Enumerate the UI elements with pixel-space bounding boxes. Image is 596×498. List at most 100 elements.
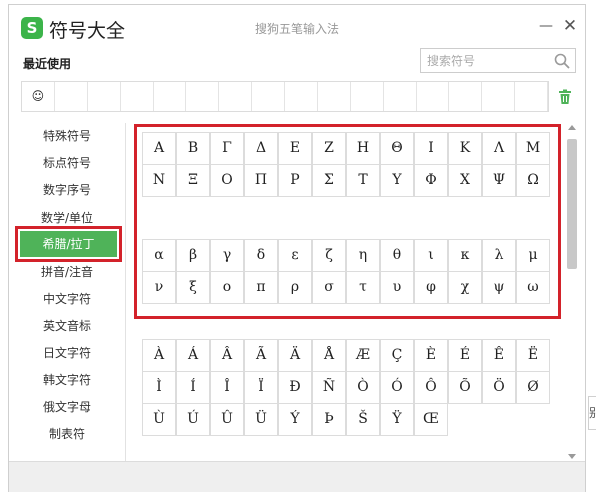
symbol-cell[interactable]: η	[346, 239, 380, 272]
sidebar-item[interactable]: 希腊/拉丁	[15, 226, 122, 262]
symbol-cell[interactable]: Ω	[516, 164, 550, 197]
symbol-cell[interactable]: Ç	[380, 339, 414, 372]
symbol-cell[interactable]: ε	[278, 239, 312, 272]
symbol-cell[interactable]: Β	[176, 132, 210, 165]
close-button[interactable]: ✕	[561, 17, 579, 35]
symbol-cell[interactable]: υ	[380, 271, 414, 304]
symbol-cell[interactable]: Æ	[346, 339, 380, 372]
recent-symbol-cell[interactable]	[482, 82, 516, 111]
scroll-up-arrow-icon[interactable]	[568, 125, 576, 130]
recent-symbol-cell[interactable]	[285, 82, 318, 111]
symbol-cell[interactable]: Õ	[448, 371, 482, 404]
symbol-cell[interactable]: δ	[244, 239, 278, 272]
symbol-cell[interactable]: Η	[346, 132, 380, 165]
symbol-cell[interactable]: Ø	[516, 371, 550, 404]
recent-symbol-cell[interactable]	[515, 82, 548, 111]
symbol-cell[interactable]: λ	[482, 239, 516, 272]
symbol-cell[interactable]: Œ	[414, 403, 448, 436]
symbol-cell[interactable]: Π	[244, 164, 278, 197]
sidebar-item[interactable]: 中文字符	[9, 286, 125, 312]
sidebar-item[interactable]: 制表符	[9, 421, 125, 447]
recent-symbol-cell[interactable]	[186, 82, 220, 111]
recent-symbol-cell[interactable]	[351, 82, 384, 111]
recent-symbol-cell[interactable]	[252, 82, 285, 111]
symbol-cell[interactable]: Υ	[380, 164, 414, 197]
symbol-cell[interactable]: Î	[210, 371, 244, 404]
sidebar-item[interactable]: 日文字符	[9, 340, 125, 366]
symbol-cell[interactable]: ο	[210, 271, 244, 304]
symbol-cell[interactable]: Þ	[312, 403, 346, 436]
symbol-cell[interactable]: Ï	[244, 371, 278, 404]
symbol-cell[interactable]: Γ	[210, 132, 244, 165]
symbol-cell[interactable]: Á	[176, 339, 210, 372]
symbol-cell[interactable]: Ö	[482, 371, 516, 404]
recent-symbol-cell[interactable]	[55, 82, 88, 111]
recent-symbol-cell[interactable]	[154, 82, 187, 111]
symbol-cell[interactable]: Ð	[278, 371, 312, 404]
symbol-cell[interactable]: À	[142, 339, 176, 372]
symbol-cell[interactable]: Δ	[244, 132, 278, 165]
symbol-cell[interactable]: Ζ	[312, 132, 346, 165]
symbol-cell[interactable]: Ê	[482, 339, 516, 372]
recent-symbol-cell[interactable]	[318, 82, 351, 111]
sidebar-item[interactable]: 标点符号	[9, 150, 125, 176]
symbol-cell[interactable]: Ü	[244, 403, 278, 436]
symbol-cell[interactable]: τ	[346, 271, 380, 304]
symbol-cell[interactable]: Š	[346, 403, 380, 436]
symbol-cell[interactable]: φ	[414, 271, 448, 304]
search-icon[interactable]	[553, 52, 571, 70]
symbol-cell[interactable]: π	[244, 271, 278, 304]
symbol-cell[interactable]: Λ	[482, 132, 516, 165]
symbol-cell[interactable]: Θ	[380, 132, 414, 165]
symbol-cell[interactable]: Ε	[278, 132, 312, 165]
symbol-cell[interactable]: Σ	[312, 164, 346, 197]
symbol-cell[interactable]: Χ	[448, 164, 482, 197]
symbol-cell[interactable]: Ο	[210, 164, 244, 197]
symbol-cell[interactable]: Ò	[346, 371, 380, 404]
recent-symbol-cell[interactable]	[417, 82, 450, 111]
symbol-cell[interactable]: σ	[312, 271, 346, 304]
symbol-cell[interactable]: β	[176, 239, 210, 272]
symbol-cell[interactable]: Ξ	[176, 164, 210, 197]
recent-symbol-cell[interactable]	[88, 82, 121, 111]
symbol-cell[interactable]: ψ	[482, 271, 516, 304]
symbol-cell[interactable]: Ñ	[312, 371, 346, 404]
sidebar-item[interactable]: 拼音/注音	[9, 259, 125, 285]
scroll-thumb[interactable]	[567, 139, 577, 269]
symbol-cell[interactable]: ρ	[278, 271, 312, 304]
symbol-cell[interactable]: È	[414, 339, 448, 372]
symbol-cell[interactable]: Ù	[142, 403, 176, 436]
recent-symbol-cell[interactable]	[449, 82, 483, 111]
symbol-cell[interactable]: μ	[516, 239, 550, 272]
sidebar-item[interactable]: 数字序号	[9, 177, 125, 203]
symbol-cell[interactable]: ι	[414, 239, 448, 272]
symbol-cell[interactable]: χ	[448, 271, 482, 304]
symbol-cell[interactable]: Ã	[244, 339, 278, 372]
symbol-cell[interactable]: É	[448, 339, 482, 372]
symbol-cell[interactable]: Û	[210, 403, 244, 436]
symbol-cell[interactable]: Ν	[142, 164, 176, 197]
recent-symbol-cell[interactable]	[219, 82, 253, 111]
sidebar-item[interactable]: 英文音标	[9, 313, 125, 339]
symbol-cell[interactable]: Ψ	[482, 164, 516, 197]
minimize-button[interactable]: —	[537, 17, 555, 35]
recent-symbol-cell[interactable]: ☺	[22, 82, 55, 111]
symbol-cell[interactable]: Â	[210, 339, 244, 372]
symbol-cell[interactable]: Ë	[516, 339, 550, 372]
symbol-cell[interactable]: θ	[380, 239, 414, 272]
symbol-cell[interactable]: Ó	[380, 371, 414, 404]
sidebar-item[interactable]: 特殊符号	[9, 123, 125, 149]
symbol-cell[interactable]: κ	[448, 239, 482, 272]
symbol-cell[interactable]: Ÿ	[380, 403, 414, 436]
trash-icon[interactable]	[557, 89, 573, 105]
symbol-cell[interactable]: ν	[142, 271, 176, 304]
symbol-cell[interactable]: Ρ	[278, 164, 312, 197]
symbol-cell[interactable]: ζ	[312, 239, 346, 272]
recent-symbol-cell[interactable]	[121, 82, 154, 111]
recent-symbol-cell[interactable]	[384, 82, 417, 111]
symbol-cell[interactable]: Ô	[414, 371, 448, 404]
symbol-cell[interactable]: Å	[312, 339, 346, 372]
sidebar-item[interactable]: 韩文字符	[9, 367, 125, 393]
symbol-cell[interactable]: Ì	[142, 371, 176, 404]
search-input[interactable]	[427, 52, 551, 69]
